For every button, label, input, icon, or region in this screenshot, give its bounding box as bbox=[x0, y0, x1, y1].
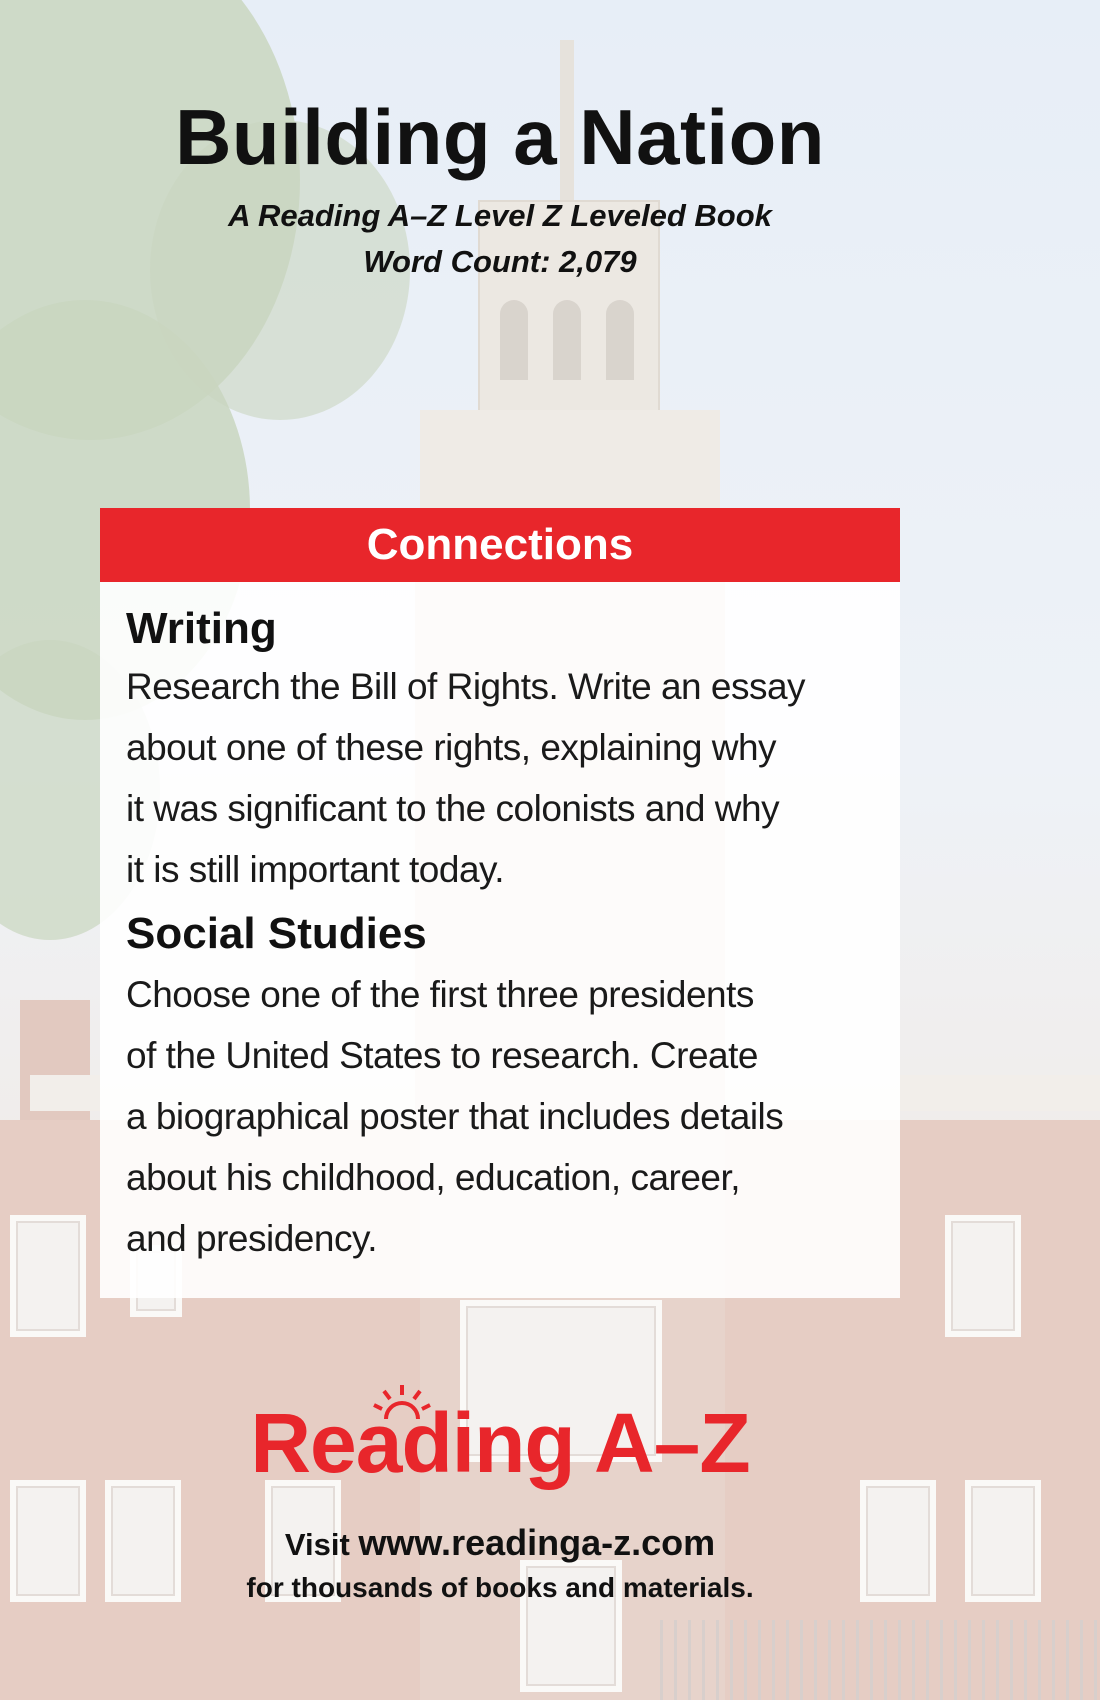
tagline: for thousands of books and materials. bbox=[246, 1572, 754, 1603]
tower-window bbox=[606, 300, 634, 380]
building-window bbox=[10, 1215, 86, 1337]
tower-window bbox=[500, 300, 528, 380]
social-studies-line: and presidency. bbox=[126, 1218, 377, 1259]
writing-line: it was significant to the colonists and … bbox=[126, 788, 780, 829]
roof-balustrade bbox=[30, 1075, 100, 1111]
iron-fence bbox=[660, 1620, 1100, 1700]
writing-heading: Writing bbox=[126, 604, 277, 653]
visit-line: Visit www.readinga-z.com bbox=[0, 1522, 1000, 1564]
roof-balustrade bbox=[900, 1075, 1100, 1111]
writing-line: about one of these rights, explaining wh… bbox=[126, 727, 777, 768]
writing-line: it is still important today. bbox=[126, 849, 505, 890]
writing-body: Research the Bill of Rights. Write an es… bbox=[100, 656, 900, 900]
word-count: Word Count: 2,079 bbox=[363, 244, 637, 279]
tower-window bbox=[553, 300, 581, 380]
writing-line: Research the Bill of Rights. Write an es… bbox=[126, 666, 806, 707]
social-studies-line: about his childhood, education, career, bbox=[126, 1157, 741, 1198]
social-studies-body: Choose one of the first three presidents… bbox=[100, 964, 900, 1269]
social-studies-line: a biographical poster that includes deta… bbox=[126, 1096, 784, 1137]
connections-panel: Connections Writing Research the Bill of… bbox=[100, 508, 900, 1298]
connections-header: Connections bbox=[100, 508, 900, 582]
social-studies-heading: Social Studies bbox=[126, 909, 427, 958]
visit-prefix: Visit bbox=[284, 1527, 359, 1562]
social-studies-line: Choose one of the first three presidents bbox=[126, 974, 754, 1015]
tower-balcony bbox=[420, 410, 720, 520]
website-link[interactable]: www.readinga-z.com bbox=[358, 1522, 715, 1563]
building-window bbox=[945, 1215, 1021, 1337]
book-subtitle: A Reading A–Z Level Z Leveled Book bbox=[228, 198, 772, 233]
reading-az-logo: Reading A–Z bbox=[0, 1385, 1000, 1492]
logo-text: Reading A–Z bbox=[250, 1396, 750, 1490]
book-title: Building a Nation bbox=[175, 93, 825, 181]
social-studies-line: of the United States to research. Create bbox=[126, 1035, 758, 1076]
sun-icon bbox=[373, 1385, 431, 1420]
